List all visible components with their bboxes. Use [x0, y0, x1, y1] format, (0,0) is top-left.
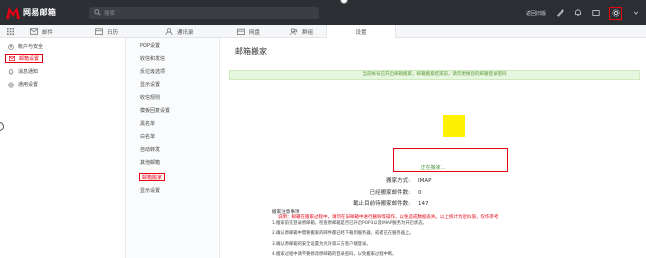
menu-item-display-2[interactable]: 显示设置 [140, 187, 160, 195]
remaining-label: 截止目前待搬家邮件数: [353, 201, 410, 207]
contacts-icon [165, 28, 173, 35]
settings-menu: POP设置 收信和发信 反垃圾选项 显示设置 收信规则 模板回复设置 黑名单 白… [126, 38, 220, 258]
menu-item-mailbox-move[interactable]: 邮箱搬家 [139, 173, 166, 181]
mail-icon [9, 56, 15, 61]
moved-label: 已经搬家邮件数: [369, 190, 410, 196]
calendar-icon [95, 28, 103, 35]
settings-gear-button[interactable] [609, 6, 622, 20]
moved-row: 已经搬家邮件数: 0 [340, 188, 422, 196]
bell-icon [8, 68, 14, 75]
tab-calendar-label: 日历 [107, 29, 119, 36]
classic-version-link[interactable]: 返回旧版 [526, 10, 546, 17]
method-value: IMAP [418, 178, 432, 184]
info-banner: 当前帐号已开启邮箱搬家，邮箱搬家结束前，请勿更换您的邮箱登录密码 [229, 70, 640, 80]
brand-name: 网易邮箱 [23, 8, 57, 17]
menu-item-send-receive[interactable]: 收信和发信 [140, 55, 165, 63]
menu-item-rules[interactable]: 收信规则 [140, 94, 160, 102]
sidebar-item-label: 邮箱设置 [19, 56, 40, 62]
top-right-tools: 返回旧版 [526, 6, 640, 20]
remaining-value: 147 [418, 201, 429, 207]
tab-cloud[interactable]: 网盘 [237, 25, 260, 38]
tab-contacts[interactable]: 通讯录 [165, 25, 194, 38]
counts-highlight-box [393, 148, 508, 172]
notes-section: 搬家注意事项 1.搬家前先登录原邮箱，检查原邮箱是否已开启POP3以及IMAP服… [272, 208, 427, 258]
tab-mail-label: 邮件 [42, 29, 54, 36]
group-icon [290, 28, 298, 35]
tab-groups[interactable]: 群组 [290, 25, 313, 38]
search-input[interactable]: 搜索 [89, 7, 319, 19]
user-icon [8, 43, 14, 50]
menu-item-whitelist[interactable]: 白名单 [140, 133, 155, 141]
tab-settings[interactable]: 设置 [326, 25, 396, 38]
tab-mail[interactable]: 邮件 [30, 25, 53, 38]
apps-grid-icon[interactable] [7, 28, 14, 37]
sidebar-item-general-settings[interactable]: 通用设置 [8, 80, 38, 89]
tab-calendar[interactable]: 日历 [95, 25, 118, 38]
note-item: 2.确认原邮箱中需要搬家的邮件都已经下载到服务器，或者已在服务器上。 [272, 231, 414, 236]
sidebar-item-label: 通用设置 [18, 82, 39, 88]
tab-contacts-label: 通讯录 [177, 29, 194, 36]
top-bar: 网易邮箱 搜索 返回旧版 [0, 0, 646, 25]
menu-item-other-mailbox[interactable]: 其他邮箱 [140, 159, 160, 167]
menu-item-anti-spam[interactable]: 反垃圾选项 [140, 68, 165, 76]
brand-logo[interactable]: 网易邮箱 [6, 5, 56, 20]
logo-icon [6, 6, 20, 19]
note-item: 4.搬家过程中请不要修改原邮箱的登录密码，以免搬家过程中断。 [272, 252, 397, 257]
tab-settings-label: 设置 [355, 29, 367, 36]
method-label: 搬家方式: [386, 178, 410, 184]
page-title: 邮箱搬家 [235, 47, 267, 56]
chevron-down-icon[interactable] [631, 9, 640, 18]
skin-icon[interactable] [555, 9, 564, 18]
sidebar-item-mailbox-settings[interactable]: 邮箱设置 [5, 54, 44, 63]
mail-icon [30, 28, 38, 35]
sidebar-item-label: 消息通知 [18, 69, 39, 75]
message-icon[interactable] [591, 9, 600, 18]
notes-title: 搬家注意事项 [272, 210, 300, 215]
method-row: 搬家方式: IMAP [340, 176, 431, 184]
gear-icon [611, 9, 620, 17]
nav-bar: 邮件 日历 通讯录 网盘 群组 设置 [0, 25, 646, 38]
sidebar-item-notifications[interactable]: 消息通知 [8, 67, 38, 76]
remaining-row: 截止目前待搬家邮件数: 147 [340, 199, 429, 207]
sidebar-item-account-security[interactable]: 帐户与安全 [8, 42, 43, 51]
gear-icon [8, 81, 14, 88]
tab-cloud-label: 网盘 [249, 29, 261, 36]
search-placeholder: 搜索 [104, 11, 116, 17]
bell-icon[interactable] [573, 9, 582, 18]
menu-item-blacklist[interactable]: 黑名单 [140, 120, 155, 128]
sidebar-item-label: 帐户与安全 [18, 44, 44, 50]
progress-graphic [443, 115, 465, 137]
note-item: 1.搬家前先登录原邮箱，检查原邮箱是否已开启POP3以及IMAP服务为开启状态。 [272, 220, 427, 226]
search-icon [94, 9, 101, 18]
note-item: 3.确认原邮箱的安全设置为允许第三方客户端登录。 [272, 241, 371, 247]
tab-groups-label: 群组 [302, 29, 314, 36]
menu-item-forwarding[interactable]: 自动转发 [140, 146, 160, 154]
menu-item-pop[interactable]: POP设置 [140, 42, 160, 50]
cloud-icon [237, 28, 245, 35]
settings-sidebar: 帐户与安全 邮箱设置 消息通知 通用设置 [0, 38, 126, 258]
menu-item-templates[interactable]: 模板回复设置 [140, 107, 170, 115]
moved-value: 0 [418, 190, 422, 196]
menu-item-display[interactable]: 显示设置 [140, 81, 160, 89]
